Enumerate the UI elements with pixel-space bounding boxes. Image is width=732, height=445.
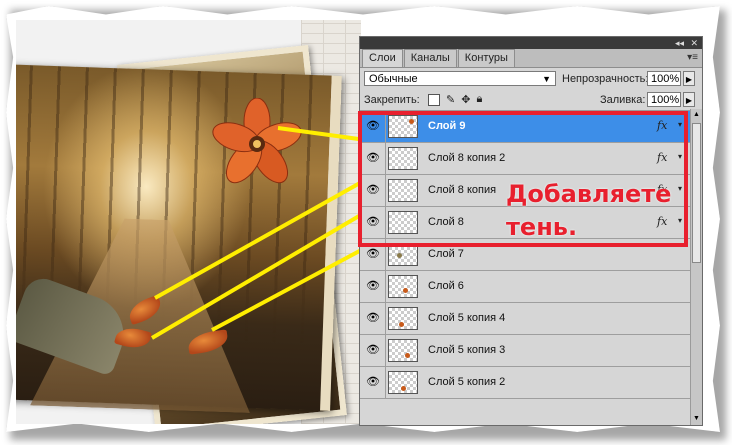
layer-row[interactable]: 👁︎ Слой 5 копия 4 — [360, 303, 702, 335]
eye-icon[interactable]: 👁︎ — [364, 247, 382, 261]
divider — [385, 367, 386, 398]
blend-mode-value: Обычные — [369, 73, 418, 85]
opacity-input[interactable]: 100% — [647, 71, 681, 86]
scroll-down-icon[interactable]: ▼ — [691, 413, 702, 425]
layer-name: Слой 5 копия 3 — [428, 344, 506, 356]
layer-name: Слой 7 — [428, 248, 464, 260]
lock-all-icon[interactable]: 🔒︎ — [476, 93, 482, 106]
layer-thumbnail — [388, 307, 418, 330]
divider — [385, 335, 386, 366]
document-canvas — [16, 20, 361, 424]
tab-layers[interactable]: Слои — [362, 49, 403, 67]
annotation-line-2: тень. — [506, 213, 578, 241]
lock-label: Закрепить: — [364, 94, 420, 106]
close-icon[interactable]: ✕ — [690, 37, 698, 49]
eye-icon[interactable]: 👁︎ — [364, 279, 382, 293]
eye-icon[interactable]: 👁︎ — [364, 375, 382, 389]
scroll-up-icon[interactable]: ▲ — [691, 109, 702, 121]
fill-label: Заливка: — [600, 94, 646, 106]
layer-row[interactable]: 👁︎ Слой 6 — [360, 271, 702, 303]
lock-position-move-icon[interactable]: ✥ — [461, 93, 470, 106]
annotation-line-1: Добавляете — [506, 180, 672, 208]
layer-name: Слой 5 копия 4 — [428, 312, 506, 324]
fill-slider-button[interactable]: ▶ — [683, 92, 695, 107]
layer-row[interactable]: 👁︎ Слой 5 копия 2 — [360, 367, 702, 399]
layer-name: Слой 5 копия 2 — [428, 376, 506, 388]
divider — [385, 271, 386, 302]
layer-thumbnail — [388, 339, 418, 362]
scroll-thumb[interactable] — [692, 123, 701, 263]
layers-scrollbar[interactable]: ▲ ▼ — [690, 109, 702, 425]
panel-title-bar: ◂◂ ✕ — [360, 37, 702, 49]
blend-row: Обычные ▼ Непрозрачность: 100% ▶ — [360, 68, 702, 90]
fill-input[interactable]: 100% — [647, 92, 681, 107]
lock-pixels-brush-icon[interactable]: ✎ — [446, 93, 455, 106]
layer-thumbnail — [388, 275, 418, 298]
panel-menu-icon[interactable]: ▾≡ — [687, 52, 698, 63]
dropdown-arrow-icon: ▼ — [542, 74, 551, 84]
opacity-label: Непрозрачность: — [562, 73, 649, 85]
eye-icon[interactable]: 👁︎ — [364, 311, 382, 325]
eye-icon[interactable]: 👁︎ — [364, 343, 382, 357]
layer-row[interactable]: 👁︎ Слой 5 копия 3 — [360, 335, 702, 367]
blend-mode-select[interactable]: Обычные ▼ — [364, 71, 556, 86]
opacity-slider-button[interactable]: ▶ — [683, 71, 695, 86]
divider — [385, 303, 386, 334]
annotation-text: Добавляете тень. — [506, 178, 671, 244]
lock-transparency-icon[interactable] — [428, 94, 440, 106]
tab-paths[interactable]: Контуры — [457, 49, 515, 67]
lock-row: Закрепить: ✎ ✥ 🔒︎ Заливка: 100% ▶ — [360, 90, 702, 111]
lock-icons: ✎ ✥ 🔒︎ — [428, 93, 482, 106]
tab-channels[interactable]: Каналы — [403, 49, 457, 67]
layer-thumbnail — [388, 371, 418, 394]
layer-name: Слой 6 — [428, 280, 464, 292]
collapse-icon[interactable]: ◂◂ — [675, 37, 684, 49]
orange-flower — [212, 98, 302, 184]
panel-tabs: Слои Каналы Контуры ▾≡ — [360, 49, 702, 68]
